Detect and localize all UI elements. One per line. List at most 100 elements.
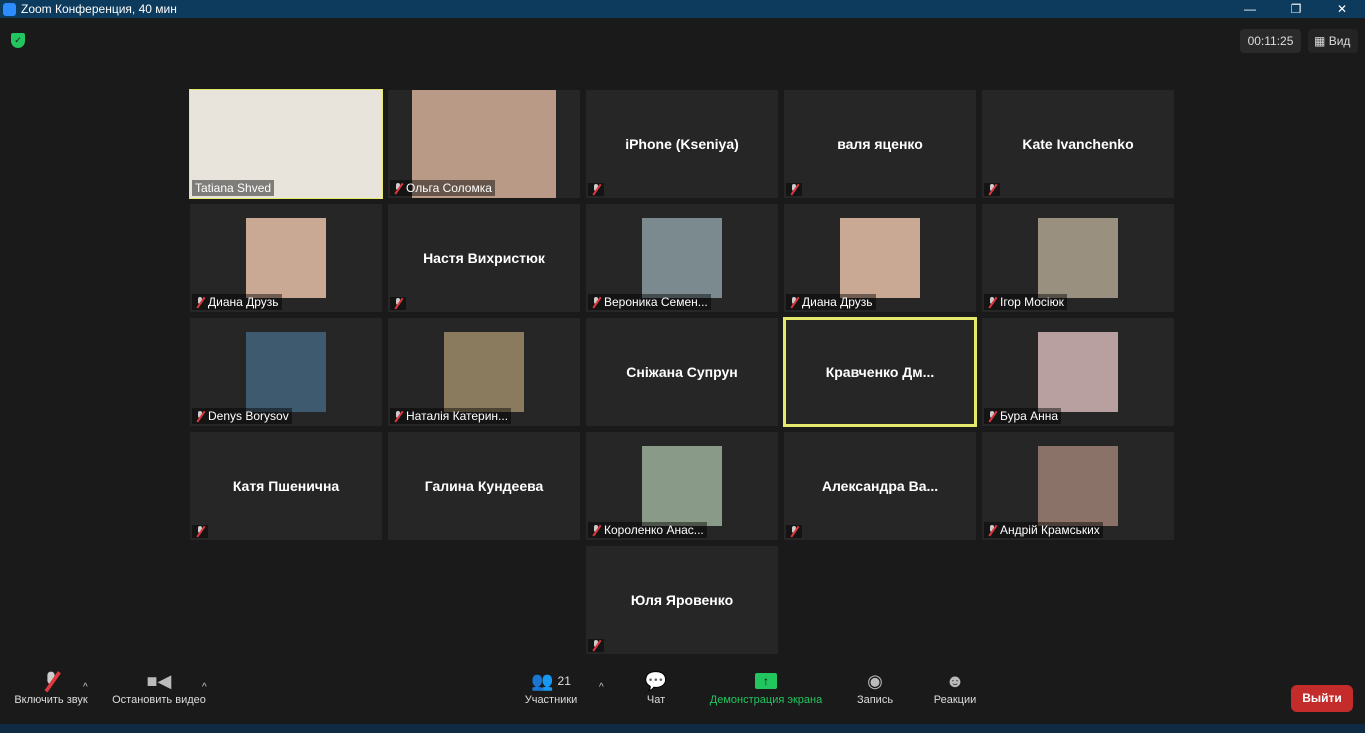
participant-label: Вероника Семен... <box>588 294 711 310</box>
record-button[interactable]: ◉ Запись <box>850 668 900 707</box>
muted-microphone-icon <box>987 296 997 308</box>
participant-name: Катя Пшенична <box>232 478 340 494</box>
video-camera-icon: ■◀ <box>146 670 172 691</box>
muted-microphone-icon <box>987 410 997 422</box>
audio-options-caret-icon[interactable]: ^ <box>83 682 88 693</box>
participant-status <box>192 525 208 538</box>
participant-label: Ігор Мосіюк <box>984 294 1067 310</box>
unmute-button[interactable]: Включить звук <box>8 668 94 706</box>
participant-tile[interactable]: Сніжана Супрун <box>586 318 778 426</box>
participant-name: валя яценко <box>837 136 923 152</box>
participant-status <box>390 297 406 310</box>
participant-name: iPhone (Kseniya) <box>625 136 739 152</box>
participant-tile[interactable]: Короленко Анас... <box>586 432 778 540</box>
leave-button[interactable]: Выйти <box>1291 685 1353 712</box>
participant-tile[interactable]: Юля Яровенко <box>586 546 778 654</box>
participant-photo <box>1038 446 1118 526</box>
muted-microphone-icon <box>195 526 205 537</box>
participant-tile[interactable]: Вероника Семен... <box>586 204 778 312</box>
muted-microphone-icon <box>591 296 601 308</box>
meeting-toolbar: Включить звук ^ ■◀ Остановить видео ^ 👥 2… <box>0 668 1365 724</box>
share-screen-label: Демонстрация экрана <box>709 694 823 706</box>
participant-tile[interactable]: Кравченко Дм... <box>783 317 977 427</box>
participant-label: Ольга Соломка <box>390 180 495 196</box>
muted-microphone-icon <box>789 296 799 308</box>
muted-microphone-icon <box>987 524 997 536</box>
record-icon: ◉ <box>867 670 883 691</box>
participant-label: Диана Друзь <box>192 294 282 310</box>
participant-status <box>786 525 802 538</box>
participants-icon: 👥 <box>531 670 554 691</box>
stop-video-button[interactable]: ■◀ Остановить видео <box>106 668 212 707</box>
participant-status <box>588 183 604 196</box>
participant-label: Андрій Крамських <box>984 522 1103 538</box>
stop-video-label: Остановить видео <box>112 694 206 706</box>
participant-name: Tatiana Shved <box>195 181 272 195</box>
participant-label: Наталія Катерин... <box>390 408 512 424</box>
restore-button[interactable]: ❐ <box>1273 0 1319 18</box>
participant-photo <box>1038 332 1118 412</box>
participant-photo <box>246 332 326 412</box>
muted-microphone-icon <box>195 296 205 308</box>
participant-tile[interactable]: Tatiana Shved <box>189 89 383 199</box>
participant-label: Denys Borysov <box>192 408 292 424</box>
muted-microphone-icon <box>789 184 799 195</box>
view-label: Вид <box>1328 34 1351 48</box>
muted-microphone-icon <box>195 410 205 422</box>
participant-tile[interactable]: Андрій Крамських <box>982 432 1174 540</box>
minimize-button[interactable]: — <box>1227 0 1273 18</box>
view-button[interactable]: ▦ Вид <box>1308 29 1358 53</box>
participant-photo <box>840 218 920 298</box>
muted-microphone-icon <box>591 184 601 195</box>
participant-tile[interactable]: Катя Пшенична <box>190 432 382 540</box>
participants-button[interactable]: 👥 21 Участники <box>518 668 584 707</box>
record-label: Запись <box>856 694 894 706</box>
participant-name: Настя Вихристюк <box>423 250 545 266</box>
participant-tile[interactable]: Галина Кундеева <box>388 432 580 540</box>
participant-tile[interactable]: Denys Borysov <box>190 318 382 426</box>
muted-microphone-icon <box>591 524 601 536</box>
participant-label: Tatiana Shved <box>192 180 275 196</box>
participant-photo <box>642 446 722 526</box>
close-button[interactable]: ✕ <box>1319 0 1365 18</box>
participant-tile[interactable]: Диана Друзь <box>190 204 382 312</box>
participant-tile[interactable]: Настя Вихристюк <box>388 204 580 312</box>
participants-options-caret-icon[interactable]: ^ <box>599 682 604 693</box>
participants-label: Участники <box>524 694 578 706</box>
participant-name: Кравченко Дм... <box>825 364 935 380</box>
window-title: Zoom Конференция, 40 мин <box>21 2 177 16</box>
muted-microphone-icon <box>393 410 403 422</box>
participant-tile[interactable]: Ігор Мосіюк <box>982 204 1174 312</box>
participant-name: Александра Ва... <box>821 478 939 494</box>
participant-tile[interactable]: Ольга Соломка <box>388 90 580 198</box>
participant-tile[interactable]: Наталія Катерин... <box>388 318 580 426</box>
share-screen-button[interactable]: ↑ Демонстрация экрана <box>702 668 830 706</box>
participant-name: Диана Друзь <box>802 295 873 309</box>
reactions-button[interactable]: ☻ Реакции <box>928 668 982 707</box>
participant-tile[interactable]: Александра Ва... <box>784 432 976 540</box>
participant-name: Kate Ivanchenko <box>1022 136 1134 152</box>
chat-button[interactable]: 💬 Чат <box>636 668 676 707</box>
participant-tile[interactable]: iPhone (Kseniya) <box>586 90 778 198</box>
participant-tile[interactable]: Диана Друзь <box>784 204 976 312</box>
participant-photo <box>246 218 326 298</box>
participant-tile[interactable]: Бура Анна <box>982 318 1174 426</box>
participant-name: Наталія Катерин... <box>406 409 509 423</box>
muted-microphone-icon <box>591 640 601 651</box>
chat-label: Чат <box>646 694 666 706</box>
meeting-timer: 00:11:25 <box>1240 29 1301 53</box>
video-options-caret-icon[interactable]: ^ <box>202 682 207 693</box>
encryption-shield-icon[interactable]: ✓ <box>11 33 25 48</box>
grid-icon: ▦ <box>1314 34 1326 48</box>
participant-tile[interactable]: валя яценко <box>784 90 976 198</box>
participant-label: Короленко Анас... <box>588 522 707 538</box>
participant-status <box>984 183 1000 196</box>
windows-taskbar <box>0 724 1365 733</box>
participant-tile[interactable]: Kate Ivanchenko <box>982 90 1174 198</box>
muted-microphone-icon <box>8 668 94 694</box>
participant-name: Короленко Анас... <box>604 523 704 537</box>
participants-count: 21 <box>557 674 571 688</box>
participant-name: Андрій Крамських <box>1000 523 1100 537</box>
participant-name: Ігор Мосіюк <box>1000 295 1064 309</box>
participant-name: Диана Друзь <box>208 295 279 309</box>
